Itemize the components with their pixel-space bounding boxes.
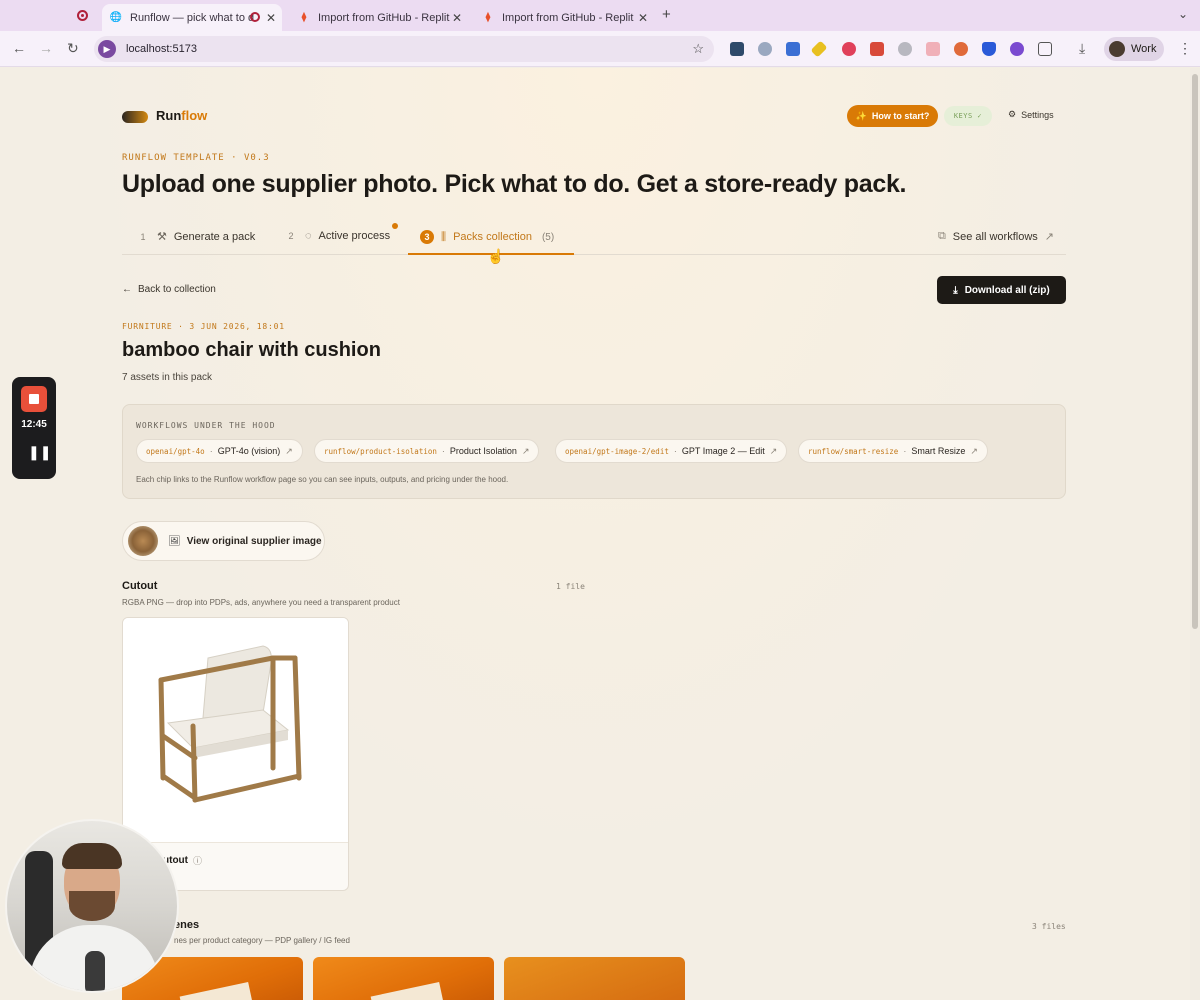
browser-tab-3[interactable]: ⧫ Import from GitHub - Replit ✕: [474, 4, 654, 31]
new-tab-icon[interactable]: +: [662, 6, 671, 23]
see-all-workflows-link[interactable]: ⧉ See all workflows ↗: [938, 230, 1054, 243]
tab-active-process[interactable]: 2 ◌ Active process: [284, 230, 390, 242]
how-to-start-button[interactable]: ✨ How to start?: [847, 105, 938, 127]
wand-icon: ⚒: [157, 231, 167, 243]
browser-tab-bar: 🌐 Runflow — pick what to d ✕ ⧫ Import fr…: [0, 0, 1200, 31]
extension-icon[interactable]: [898, 42, 912, 56]
recording-timer: 12:45: [21, 419, 47, 430]
file-count-scenes: 3 files: [1032, 922, 1066, 931]
tab-packs-collection[interactable]: 3 ⫼ Packs collection (5): [420, 230, 554, 244]
extension-icon[interactable]: [758, 42, 772, 56]
globe-icon: 🌐: [109, 12, 123, 23]
page-scrollbar[interactable]: [1190, 68, 1200, 1000]
profile-button[interactable]: Work: [1104, 37, 1164, 61]
highlighter-extension-icon[interactable]: [810, 40, 828, 58]
file-count-cutout: 1 file: [556, 582, 585, 591]
section-title-scenes: enes: [174, 919, 200, 931]
external-link-icon: ↗: [285, 445, 293, 456]
asset-card-scene[interactable]: [504, 957, 685, 1000]
arrow-left-icon: ←: [122, 284, 132, 295]
extension-icon[interactable]: [926, 42, 940, 56]
external-link-icon: ↗: [970, 445, 978, 456]
replit-icon: ⧫: [301, 12, 307, 23]
reload-icon[interactable]: ↻: [67, 40, 79, 57]
avatar: [1109, 41, 1125, 57]
external-link-icon: ↗: [521, 445, 530, 456]
pause-icon[interactable]: ❚❚: [28, 444, 51, 461]
close-tab-icon[interactable]: ✕: [266, 11, 276, 25]
stop-recording-button[interactable]: [21, 386, 47, 412]
activity-dot: [392, 223, 398, 229]
extension-icon[interactable]: [842, 42, 856, 56]
tab-generate-pack[interactable]: 1 ⚒ Generate a pack: [136, 230, 255, 244]
screen-recorder-widget: 12:45 ❚❚: [12, 377, 56, 479]
browser-tab-active[interactable]: 🌐 Runflow — pick what to d ✕: [102, 4, 282, 31]
image-icon: 🖼: [168, 535, 181, 547]
library-icon: ⫼: [441, 230, 447, 243]
workflows-note: Each chip links to the Runflow workflow …: [136, 475, 509, 484]
workflow-chip[interactable]: openai/gpt-4o · GPT-4o (vision) ↗: [136, 439, 303, 463]
recording-icon: [250, 12, 260, 22]
microphone: [85, 951, 105, 991]
info-icon[interactable]: ⓘ: [193, 854, 202, 867]
settings-button[interactable]: ⚙ Settings: [1008, 109, 1054, 120]
asset-card-scene[interactable]: [313, 957, 494, 1000]
download-icon[interactable]: ⤓: [1079, 40, 1085, 57]
sparkle-icon: ✨: [855, 110, 867, 121]
hand-cursor-icon: ☝: [487, 248, 505, 264]
runflow-logo-icon: [122, 111, 148, 123]
extension-icon[interactable]: [954, 42, 968, 56]
external-link-icon: ↗: [769, 445, 778, 456]
bamboo-chair-image: [158, 645, 302, 803]
section-desc-scenes: nes per product category — PDP gallery /…: [174, 936, 350, 945]
workflows-label: WORKFLOWS UNDER THE HOOD: [136, 421, 276, 430]
menu-kebab-icon[interactable]: ⋮: [1178, 40, 1192, 57]
external-link-icon: ↗: [1044, 231, 1054, 243]
pack-title: bamboo chair with cushion: [122, 339, 381, 361]
shield-extension-icon[interactable]: [982, 42, 996, 56]
section-title-cutout: Cutout: [122, 580, 158, 592]
extension-icon[interactable]: [1010, 42, 1024, 56]
step-tabs: 1 ⚒ Generate a pack 2 ◌ Active process 3…: [122, 223, 1066, 255]
back-to-collection-link[interactable]: ← Back to collection: [122, 284, 216, 295]
layers-icon: ⧉: [937, 230, 946, 242]
back-arrow-icon[interactable]: ←: [12, 40, 26, 56]
site-info-icon[interactable]: ▶: [98, 40, 116, 58]
download-icon: ⤓: [953, 284, 958, 296]
forward-arrow-icon[interactable]: →: [39, 40, 53, 56]
template-version-label: RUNFLOW TEMPLATE · V0.3: [122, 153, 270, 163]
pack-meta: FURNITURE · 3 JUN 2026, 18:01: [122, 322, 285, 331]
workflows-panel: WORKFLOWS UNDER THE HOOD openai/gpt-4o ·…: [122, 404, 1066, 499]
cutout-image: [123, 618, 348, 843]
extension-icon[interactable]: [870, 42, 884, 56]
close-tab-icon[interactable]: ✕: [638, 11, 648, 25]
browser-toolbar: ← → ↻ ▶ localhost:5173 ☆ ⤓ Work ⋮: [0, 31, 1200, 67]
replit-icon: ⧫: [485, 12, 491, 23]
spinner-icon: ◌: [305, 230, 312, 242]
browser-tab-2[interactable]: ⧫ Import from GitHub - Replit ✕: [290, 4, 468, 31]
puzzle-extensions-icon[interactable]: [1038, 42, 1052, 56]
extension-icon[interactable]: [730, 42, 744, 56]
address-bar[interactable]: ▶ localhost:5173 ☆: [94, 36, 714, 62]
workflow-chip[interactable]: runflow/product-isolation · Product Isol…: [314, 439, 540, 463]
page-content: Runflow ✨ How to start? KEYS ✓ ⚙ Setting…: [0, 68, 1190, 1000]
webcam-bubble[interactable]: [5, 819, 179, 993]
workflow-chip[interactable]: runflow/smart-resize · Smart Resize ↗: [798, 439, 988, 463]
gear-icon: ⚙: [1008, 109, 1017, 119]
page-headline: Upload one supplier photo. Pick what to …: [122, 170, 907, 198]
keys-status-badge[interactable]: KEYS ✓: [944, 106, 992, 126]
original-image-thumbnail: [128, 526, 158, 556]
recording-indicator-icon: [77, 10, 88, 21]
tab-search-chevron-icon[interactable]: ⌄: [1178, 7, 1188, 21]
section-desc-cutout: RGBA PNG — drop into PDPs, ads, anywhere…: [122, 598, 400, 607]
bookmark-star-icon[interactable]: ☆: [692, 41, 704, 57]
extension-icon[interactable]: [786, 42, 800, 56]
download-all-button[interactable]: ⤓ Download all (zip): [937, 276, 1066, 304]
workflow-chip[interactable]: openai/gpt-image-2/edit · GPT Image 2 — …: [555, 439, 788, 463]
logo-text[interactable]: Runflow: [156, 108, 207, 123]
scrollbar-thumb[interactable]: [1192, 74, 1198, 629]
pack-asset-count: 7 assets in this pack: [122, 372, 213, 383]
close-tab-icon[interactable]: ✕: [452, 11, 462, 25]
view-original-image-button[interactable]: 🖼 View original supplier image: [122, 521, 325, 561]
